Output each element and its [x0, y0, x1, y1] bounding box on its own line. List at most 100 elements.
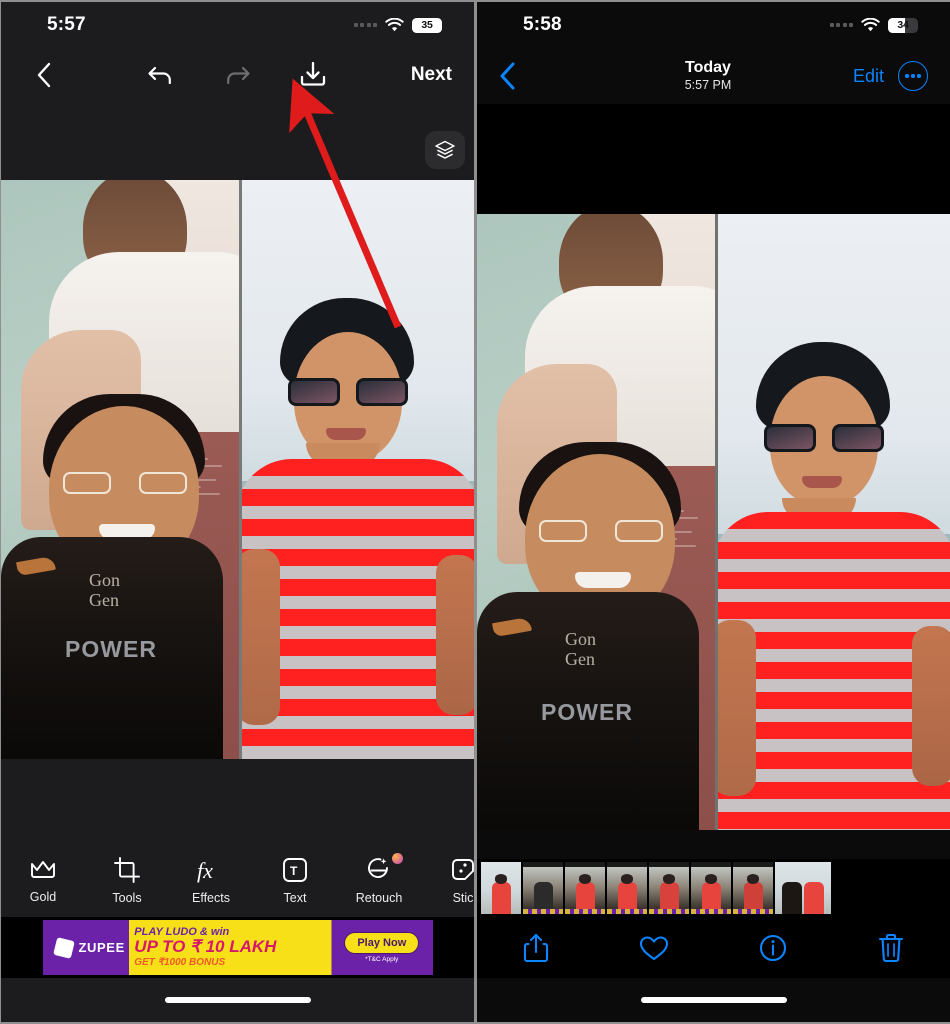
collage-preview[interactable]: Gon Gen POWER — [1, 180, 474, 759]
battery-percent: 34 — [897, 19, 909, 31]
battery-indicator: 34 — [888, 17, 918, 33]
ad-brand: ZUPEE — [43, 936, 129, 959]
trash-icon — [878, 933, 903, 962]
wifi-icon — [385, 18, 404, 32]
fx-icon: fx — [197, 858, 213, 883]
photos-action-bar — [477, 917, 950, 978]
filmstrip-thumb[interactable] — [565, 862, 605, 914]
photos-nav-actions: Edit — [853, 61, 928, 91]
right-status-bar: 5:58 34 — [477, 2, 950, 48]
tool-tools[interactable]: Tools — [85, 857, 169, 905]
sticker-icon — [452, 859, 474, 880]
filmstrip-thumb-selected[interactable] — [775, 862, 831, 914]
ad-brand-name: ZUPEE — [78, 940, 125, 955]
status-indicators: 35 — [353, 17, 447, 33]
screenshot-stage: 5:57 35 Next Gon Gen POWER Gold Tools fx… — [0, 0, 950, 1024]
status-time: 5:58 — [523, 14, 562, 35]
home-indicator-bar — [1, 978, 474, 1022]
filmstrip-thumb[interactable] — [607, 862, 647, 914]
photo-right-half — [718, 214, 950, 830]
tool-label: Gold — [29, 890, 57, 904]
right-phone-screen: 5:58 34 Today 5:57 PM Edit Gon Gen POWER — [477, 2, 950, 1022]
editor-nav-actions — [63, 61, 411, 89]
ad-disclaimer: *T&C Apply — [365, 956, 399, 963]
filmstrip-thumb[interactable] — [691, 862, 731, 914]
left-phone-screen: 5:57 35 Next Gon Gen POWER Gold Tools fx… — [1, 2, 474, 1022]
redo-button[interactable] — [222, 63, 252, 87]
share-button[interactable] — [477, 933, 595, 963]
filmstrip-thumb[interactable] — [733, 862, 773, 914]
photo-filmstrip[interactable] — [477, 859, 950, 917]
tool-effects[interactable]: fx Effects — [169, 857, 253, 905]
undo-button[interactable] — [146, 63, 176, 87]
photo-collage-image[interactable]: Gon Gen POWER — [477, 214, 950, 830]
edit-button[interactable]: Edit — [853, 66, 884, 87]
redo-arrow-icon — [227, 66, 250, 85]
battery-indicator: 35 — [412, 17, 442, 33]
ad-play-now-button[interactable]: Play Now — [344, 932, 420, 954]
collage-photo-left: Gon Gen POWER — [1, 180, 239, 759]
status-time: 5:57 — [47, 14, 86, 35]
left-status-bar: 5:57 35 — [1, 2, 474, 48]
ad-line-3: GET ₹1000 BONUS — [134, 957, 226, 968]
next-button[interactable]: Next — [411, 64, 452, 86]
favorite-button[interactable] — [595, 934, 713, 962]
ad-cta-group[interactable]: Play Now *T&C Apply — [331, 932, 432, 963]
photo-left-half: Gon Gen POWER — [477, 214, 715, 830]
photo-time: 5:57 PM — [684, 78, 732, 93]
svg-text:T: T — [290, 864, 298, 878]
tool-retouch[interactable]: Retouch — [337, 853, 421, 905]
info-button[interactable] — [714, 934, 832, 962]
crop-icon — [114, 857, 140, 883]
tool-text[interactable]: T Text — [253, 857, 337, 905]
battery-percent: 35 — [421, 19, 433, 31]
heart-icon — [640, 935, 669, 960]
photos-nav-bar: Today 5:57 PM Edit — [477, 48, 950, 104]
save-download-button[interactable] — [298, 61, 328, 89]
more-options-button[interactable] — [898, 61, 928, 91]
tool-label: Stic — [452, 891, 474, 905]
filmstrip-thumb[interactable] — [649, 862, 689, 914]
cellular-dots-icon — [829, 23, 853, 27]
back-button[interactable] — [23, 62, 63, 88]
zupee-logo-icon — [52, 936, 75, 959]
ad-copy: PLAY LUDO & win UP TO ₹ 10 LAKH GET ₹100… — [128, 927, 331, 969]
photos-back-button[interactable] — [499, 62, 563, 90]
cellular-dots-icon — [353, 23, 377, 27]
new-feature-badge — [392, 853, 403, 864]
tool-stickers[interactable]: Stic — [421, 857, 474, 905]
photo-viewer[interactable]: Gon Gen POWER — [477, 104, 950, 830]
crown-icon — [31, 861, 55, 878]
filmstrip-thumb[interactable] — [523, 862, 563, 914]
tool-label: Effects — [192, 891, 230, 905]
filmstrip-thumb[interactable] — [481, 862, 521, 914]
editor-canvas: Gon Gen POWER — [1, 102, 474, 759]
more-ellipsis-icon — [905, 74, 909, 78]
zupee-ad[interactable]: ZUPEE PLAY LUDO & win UP TO ₹ 10 LAKH GE… — [42, 920, 433, 975]
tool-label: Text — [283, 891, 307, 905]
collage-photo-right — [242, 180, 474, 759]
home-indicator-bar — [477, 978, 950, 1022]
layers-button[interactable] — [425, 131, 465, 169]
ad-banner-container[interactable]: ZUPEE PLAY LUDO & win UP TO ₹ 10 LAKH GE… — [1, 917, 474, 978]
photo-letterbox-top — [477, 104, 950, 214]
canvas-top-space — [1, 102, 474, 180]
delete-button[interactable] — [832, 933, 950, 963]
editor-toolbar: Gold Tools fx Effects T Text Retouch Sti… — [1, 845, 474, 917]
photo-date-header: Today 5:57 PM — [563, 59, 853, 94]
share-icon — [524, 933, 549, 962]
layers-icon — [435, 140, 455, 159]
tool-label: Retouch — [355, 891, 403, 905]
tool-gold[interactable]: Gold — [1, 858, 85, 904]
download-save-icon — [300, 61, 326, 86]
tool-label: Tools — [112, 891, 142, 905]
home-indicator[interactable] — [640, 997, 787, 1003]
retouch-face-icon — [368, 858, 388, 878]
home-indicator[interactable] — [164, 997, 311, 1003]
ad-line-2: UP TO ₹ 10 LAKH — [134, 937, 277, 956]
svg-text:fx: fx — [197, 858, 213, 883]
photo-date: Today — [685, 58, 731, 76]
editor-nav-bar: Next — [1, 48, 474, 102]
undo-arrow-icon — [148, 66, 171, 85]
info-icon — [759, 934, 786, 961]
